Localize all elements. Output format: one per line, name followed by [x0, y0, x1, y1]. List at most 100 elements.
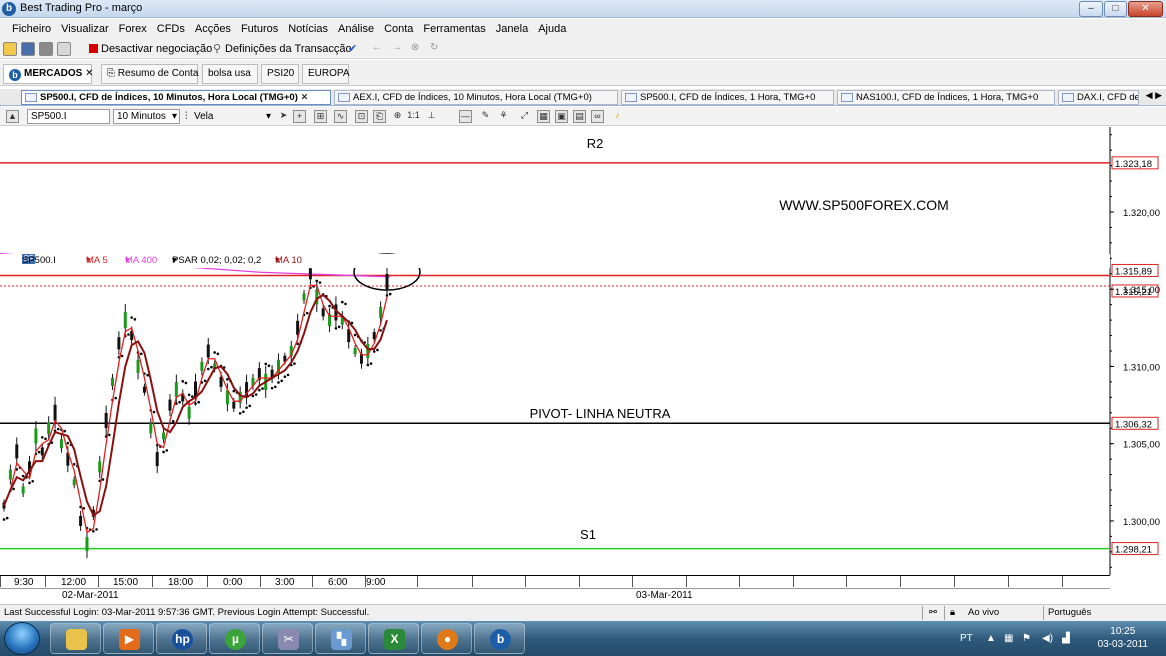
forward-icon[interactable]: →	[392, 42, 402, 53]
menu-forex[interactable]: Forex	[114, 19, 152, 39]
collapse-icon[interactable]: ▲	[6, 110, 19, 123]
tab-bolsa-usa[interactable]: bolsa usa	[202, 64, 258, 84]
crosshair-icon[interactable]: +	[293, 110, 306, 123]
save-as-icon[interactable]	[39, 42, 53, 56]
horizontal-line-icon[interactable]: —	[459, 110, 472, 123]
level-price-label-r2: 1.323,18	[1115, 159, 1152, 170]
close-chart-tab-icon[interactable]: ✕	[301, 92, 309, 103]
psar-dot	[114, 396, 118, 400]
menu-futuros[interactable]: Futuros	[236, 19, 283, 39]
taskbar-app[interactable]: ▚	[315, 623, 366, 654]
menu-ajuda[interactable]: Ajuda	[533, 19, 571, 39]
print-icon[interactable]	[57, 42, 71, 56]
layout-icon[interactable]: ▦	[537, 110, 550, 123]
menu-accoes[interactable]: Acções	[190, 19, 236, 39]
check-icon[interactable]: ✔	[348, 42, 357, 56]
menu-noticias[interactable]: Notícias	[283, 19, 333, 39]
language-status[interactable]: Português	[1048, 605, 1091, 621]
minimize-button[interactable]: –	[1079, 1, 1103, 17]
taskbar-clock[interactable]: 10:25 03-03-2011	[1098, 625, 1148, 651]
tab-mercados[interactable]: b MERCADOS ✕	[3, 64, 94, 84]
line-tool-icon[interactable]: ⊥	[425, 110, 438, 123]
interval-select[interactable]: 10 Minutos ▾	[113, 109, 180, 124]
candle-body	[302, 293, 306, 301]
chevron-down-icon[interactable]: ▾	[266, 110, 271, 123]
taskbar-media-player[interactable]: ▶	[103, 623, 154, 654]
close-tab-icon[interactable]: ✕	[85, 68, 93, 79]
indicator-ma400[interactable]: MA 400 ▾	[125, 254, 157, 268]
symbol-selector[interactable]: SP500.I	[27, 109, 110, 124]
maximize-button[interactable]: □	[1104, 1, 1127, 17]
transaction-settings-button[interactable]: Definições da Transacção	[225, 42, 352, 56]
pencil-icon[interactable]: ✎	[479, 110, 492, 123]
stop-icon[interactable]: ⊗	[411, 42, 419, 53]
excel-icon: X	[384, 629, 405, 650]
copy-icon[interactable]: ⎗	[373, 110, 386, 123]
indicator-ma5[interactable]: MA 5 ▾	[86, 254, 108, 268]
psar-dot	[353, 333, 357, 337]
chart-tab-dax[interactable]: DAX.I, CFD de	[1058, 90, 1139, 105]
save-icon[interactable]	[21, 42, 35, 56]
candle-body	[123, 312, 127, 329]
volume-tray-icon[interactable]: ◀)	[1042, 621, 1053, 656]
indicator-ma10[interactable]: MA 10 ▾	[275, 254, 302, 268]
tab-resumo-de-conta[interactable]: ⎘ Resumo de Conta	[101, 64, 198, 84]
chart-tab-nas100-1h[interactable]: NAS100.I, CFD de Índices, 1 Hora, TMG+0	[837, 90, 1055, 105]
menu-cfds[interactable]: CFDs	[152, 19, 190, 39]
chart-style-select[interactable]: Vela	[194, 110, 213, 123]
taskbar-excel[interactable]: X	[368, 623, 419, 654]
time-tick	[312, 576, 313, 587]
tab-psi20[interactable]: PSI20	[261, 64, 299, 84]
link-icon[interactable]: ∞	[591, 110, 604, 123]
network-tray-icon[interactable]: ▦	[1004, 621, 1013, 656]
psar-dot	[280, 379, 283, 383]
stop-trading-icon[interactable]	[89, 44, 98, 53]
back-icon[interactable]: ←	[372, 42, 382, 53]
indicator-psar[interactable]: PSAR 0,02; 0,02; 0,2 ▾	[172, 254, 261, 268]
chart-tab-sp500-10min[interactable]: SP500.I, CFD de Índices, 10 Minutos, Hor…	[21, 90, 331, 105]
menu-ferramentas[interactable]: Ferramentas	[418, 19, 490, 39]
taskbar-utorrent[interactable]: µ	[209, 623, 260, 654]
candle-body	[40, 447, 44, 456]
language-indicator[interactable]: PT	[960, 621, 973, 656]
signal-tray-icon[interactable]: ▟	[1062, 621, 1070, 656]
ratio-icon[interactable]: 1:1	[407, 110, 420, 123]
taskbar-firefox[interactable]: ●	[421, 623, 472, 654]
chart-canvas[interactable]: 1.323,181.315,891.315,211.306,321.298,21…	[0, 127, 1166, 575]
alert-bell-icon[interactable]: ♪	[611, 110, 624, 123]
menu-ficheiro[interactable]: Ficheiro	[7, 19, 56, 39]
refresh-icon[interactable]: ↻	[430, 42, 438, 53]
taskbar-explorer[interactable]	[50, 623, 101, 654]
taskbar-best-trading[interactable]: b	[474, 623, 525, 654]
taskbar-tools[interactable]: ✂	[262, 623, 313, 654]
deactivate-trading-button[interactable]: Desactivar negociação	[101, 42, 212, 56]
menu-analise[interactable]: Análise	[333, 19, 379, 39]
close-button[interactable]: ✕	[1128, 1, 1163, 17]
settings-icon: ⚲	[213, 43, 222, 55]
open-folder-icon[interactable]	[3, 42, 17, 56]
start-button-icon[interactable]	[4, 622, 40, 655]
menu-conta[interactable]: Conta	[379, 19, 418, 39]
psar-dot	[344, 302, 347, 306]
tab-scroll-arrows-icon[interactable]: ◀ ▶	[1146, 90, 1162, 101]
indicator-symbol[interactable]: CFSP500.I ▾	[22, 254, 56, 268]
templates-icon[interactable]: ▤	[573, 110, 586, 123]
taskbar-hp[interactable]: hp	[156, 623, 207, 654]
indicator-icon[interactable]: ∿	[334, 110, 347, 123]
menu-visualizar[interactable]: Visualizar	[56, 19, 114, 39]
cursor-icon[interactable]: ➤	[277, 110, 290, 123]
tab-europa[interactable]: EUROPA	[302, 64, 350, 84]
zoom-in-icon[interactable]: ⊕	[391, 110, 404, 123]
price-chart[interactable]: 1.323,18 1.315,89 1.315,21 1.306,32 1.298,21…	[0, 127, 1166, 575]
time-label: 15:00	[113, 577, 139, 588]
bars-icon[interactable]: ⊞	[314, 110, 327, 123]
flag-tray-icon[interactable]: ⚑	[1022, 621, 1031, 656]
chart-tab-aex-10min[interactable]: AEX.I, CFD de Índices, 10 Minutos, Hora …	[334, 90, 618, 105]
zoom-window-icon[interactable]: ⊡	[355, 110, 368, 123]
chart-tab-sp500-1h[interactable]: SP500.I, CFD de Índices, 1 Hora, TMG+0	[621, 90, 834, 105]
windows-icon[interactable]: ▣	[555, 110, 568, 123]
paint-icon[interactable]: ⚘	[497, 110, 510, 123]
tray-expand-icon[interactable]: ▲	[986, 621, 996, 656]
menu-janela[interactable]: Janela	[491, 19, 533, 39]
fibonacci-icon[interactable]: ⤢	[518, 110, 531, 123]
